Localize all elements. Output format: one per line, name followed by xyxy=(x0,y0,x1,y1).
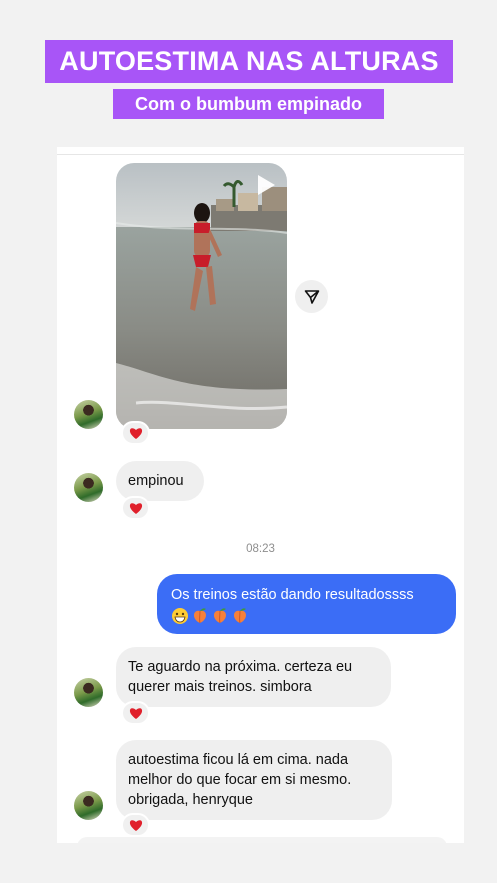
heart-reaction[interactable] xyxy=(121,421,150,445)
share-button[interactable] xyxy=(295,280,328,313)
subheadline-banner: Com o bumbum empinado xyxy=(113,89,384,119)
peach-emoji-icon xyxy=(233,608,247,624)
heart-icon xyxy=(129,819,142,831)
play-icon xyxy=(258,175,275,195)
divider xyxy=(57,154,464,155)
video-thumbnail xyxy=(116,163,287,429)
video-message[interactable] xyxy=(116,163,287,429)
heart-icon xyxy=(129,502,142,514)
peach-emoji-icon xyxy=(193,608,207,624)
heart-reaction[interactable] xyxy=(121,813,150,837)
headline-banner: AUTOESTIMA NAS ALTURAS xyxy=(45,40,453,83)
message-text: Os treinos estão dando resultadossss xyxy=(171,587,414,603)
message-text: empinou xyxy=(128,473,184,489)
heart-reaction[interactable] xyxy=(121,701,150,725)
message-bubble[interactable]: empinou xyxy=(116,461,204,501)
avatar[interactable] xyxy=(74,400,103,429)
outgoing-message-bubble[interactable]: Os treinos estão dando resultadossss xyxy=(157,574,456,634)
grin-emoji-icon xyxy=(172,608,188,624)
send-icon xyxy=(304,289,319,304)
avatar[interactable] xyxy=(74,473,103,502)
message-text: autoestima ficou lá em cima. nada melhor… xyxy=(128,752,352,808)
chat-thread: empinou 08:23 Os treinos estão dando res… xyxy=(57,147,464,843)
avatar[interactable] xyxy=(74,791,103,820)
message-text: Te aguardo na próxima. certeza eu querer… xyxy=(128,659,353,695)
heart-reaction[interactable] xyxy=(121,496,150,520)
message-bubble[interactable]: Te aguardo na próxima. certeza eu querer… xyxy=(116,647,391,707)
heart-icon xyxy=(129,427,142,439)
message-bubble[interactable]: autoestima ficou lá em cima. nada melhor… xyxy=(116,740,392,820)
avatar[interactable] xyxy=(74,678,103,707)
emoji-row xyxy=(171,607,442,625)
next-message-edge xyxy=(77,837,447,843)
peach-emoji-icon xyxy=(213,608,227,624)
heart-icon xyxy=(129,707,142,719)
timestamp: 08:23 xyxy=(246,543,275,555)
